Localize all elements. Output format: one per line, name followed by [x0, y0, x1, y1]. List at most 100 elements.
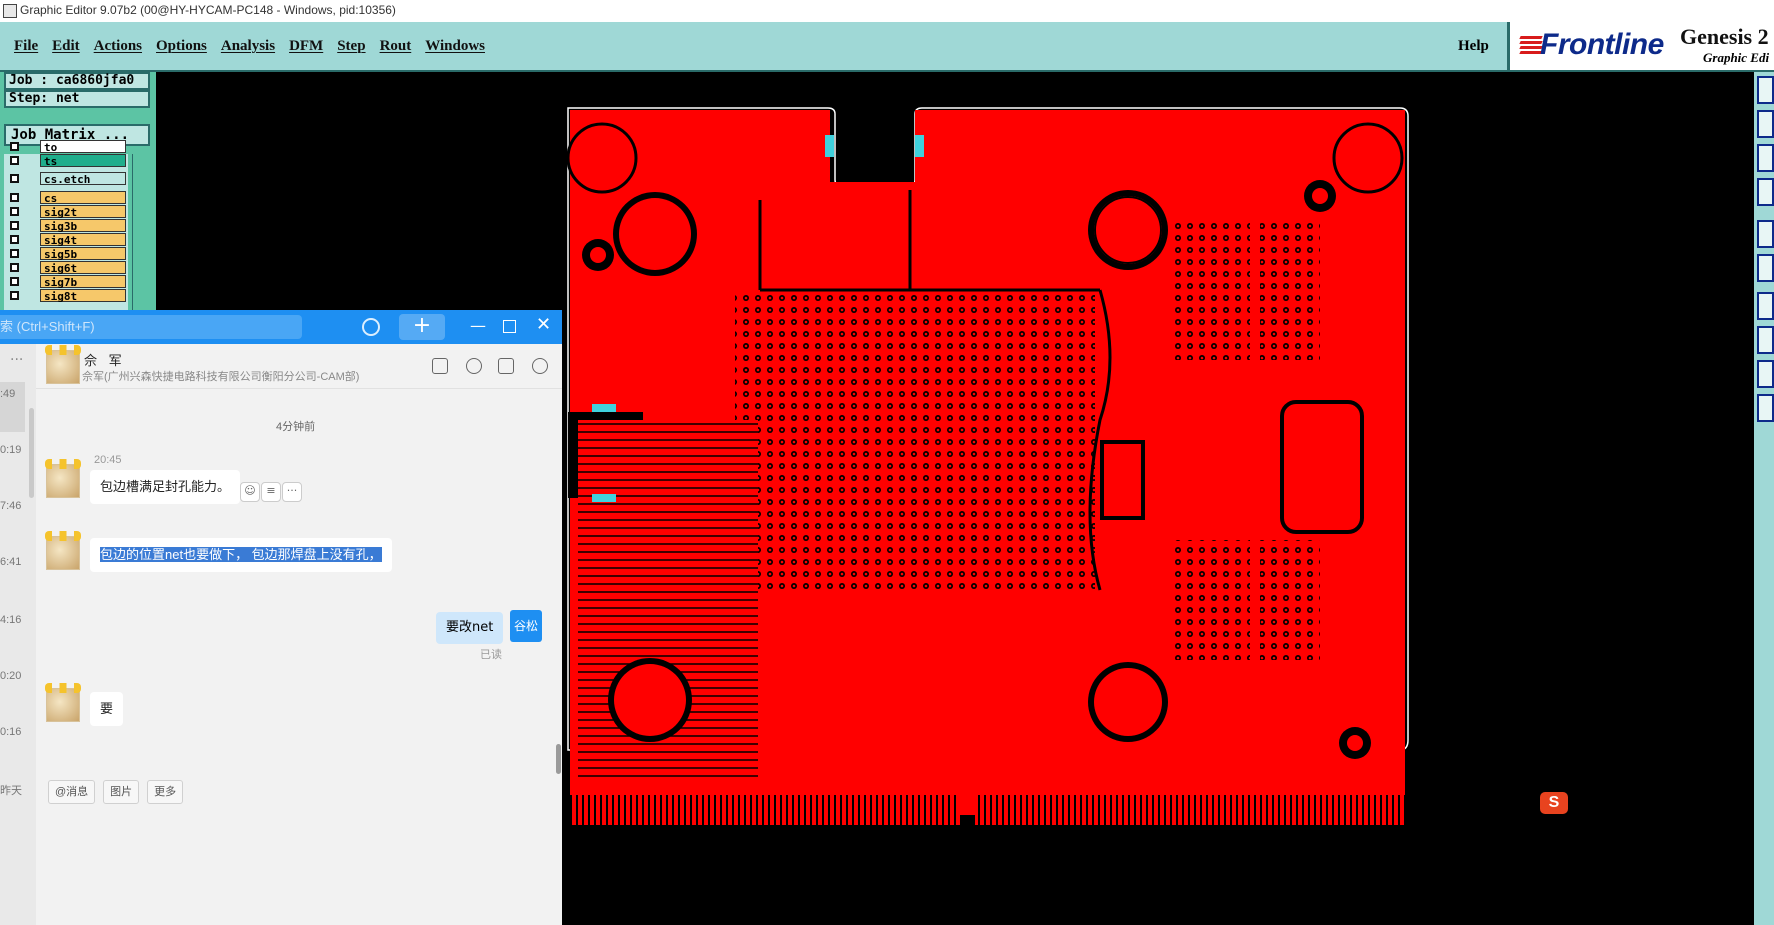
- tool-button[interactable]: [1757, 360, 1774, 388]
- selected-text[interactable]: 包边的位置net也要做下， 包边那焊盘上没有孔，: [100, 547, 382, 562]
- brand-subtitle: Graphic Edi: [1703, 50, 1770, 65]
- menu-help[interactable]: Help: [1458, 38, 1489, 55]
- layer-checkbox[interactable]: [10, 221, 19, 230]
- minimize-icon[interactable]: —: [470, 316, 486, 335]
- more-icon[interactable]: ···: [10, 352, 23, 368]
- message-bubble[interactable]: 包边槽满足封孔能力。: [90, 470, 241, 504]
- close-icon[interactable]: ✕: [536, 314, 551, 335]
- chat-main: 佘 军 佘军(广州兴森快捷电路科技有限公司衡阳分公司-CAM部) 4分钟前 20…: [36, 344, 562, 925]
- message-bubble[interactable]: 包边的位置net也要做下， 包边那焊盘上没有孔，: [90, 538, 392, 572]
- message-bubble-self[interactable]: 要改net: [436, 612, 504, 644]
- history-icon[interactable]: [362, 318, 380, 336]
- input-toolbar: @消息 图片 更多: [48, 780, 184, 804]
- tool-button[interactable]: [1757, 144, 1774, 172]
- layer-row[interactable]: sig3b: [4, 219, 128, 233]
- layer-checkbox[interactable]: [10, 291, 19, 300]
- ime-icon[interactable]: S: [1540, 792, 1568, 814]
- chat-scrollbar[interactable]: [556, 744, 561, 774]
- avatar[interactable]: [45, 683, 81, 722]
- conversation-time: 0:20: [0, 670, 22, 682]
- conversation-time: 昨天: [0, 785, 22, 797]
- bga-via-field: [735, 290, 1095, 590]
- avatar[interactable]: [45, 531, 81, 570]
- layer-name: sig7b: [40, 275, 126, 289]
- message-bubble[interactable]: 要: [90, 692, 124, 726]
- add-member-icon[interactable]: [466, 358, 482, 374]
- menu-dfm[interactable]: DFM: [289, 38, 323, 55]
- menu-windows[interactable]: Windows: [425, 38, 485, 55]
- layer-checkbox[interactable]: [10, 277, 19, 286]
- gear-icon[interactable]: [532, 358, 548, 374]
- menu-step[interactable]: Step: [337, 38, 365, 55]
- more-button[interactable]: 更多: [147, 780, 184, 804]
- read-status: 已读: [480, 648, 502, 661]
- maximize-icon[interactable]: [503, 320, 516, 333]
- search-input[interactable]: 索 (Ctrl+Shift+F): [0, 315, 302, 339]
- chat-header: 佘 军 佘军(广州兴森快捷电路科技有限公司衡阳分公司-CAM部): [36, 344, 562, 389]
- tool-button[interactable]: [1757, 220, 1774, 248]
- menu-rout[interactable]: Rout: [380, 38, 412, 55]
- image-button[interactable]: 图片: [103, 780, 140, 804]
- layer-row[interactable]: to: [4, 140, 128, 154]
- more-actions-icon[interactable]: ···: [282, 482, 302, 502]
- brand-logo: Frontline: [1540, 28, 1664, 61]
- app-icon: [3, 4, 17, 18]
- layer-checkbox[interactable]: [10, 235, 19, 244]
- layer-checkbox[interactable]: [10, 249, 19, 258]
- menu-analysis[interactable]: Analysis: [221, 38, 275, 55]
- layer-row[interactable]: sig2t: [4, 205, 128, 219]
- layer-checkbox[interactable]: [10, 174, 19, 183]
- menu-edit[interactable]: Edit: [52, 38, 80, 55]
- layer-checkbox[interactable]: [10, 142, 19, 151]
- menu-file[interactable]: File: [14, 38, 38, 55]
- quote-icon[interactable]: ≡: [261, 482, 281, 502]
- layer-checkbox[interactable]: [10, 263, 19, 272]
- chat-window: 索 (Ctrl+Shift+F) + — ✕ ··· :49 0:19 7:46…: [0, 310, 562, 925]
- my-avatar[interactable]: 谷松: [510, 610, 542, 642]
- menu-actions[interactable]: Actions: [94, 38, 142, 55]
- window-title: Graphic Editor 9.07b2 (00@HY-HYCAM-PC148…: [20, 3, 396, 17]
- layer-name: sig4t: [40, 233, 126, 247]
- chat-titlebar: 索 (Ctrl+Shift+F) + — ✕: [0, 310, 562, 344]
- layer-row[interactable]: sig7b: [4, 275, 128, 289]
- conversation-time: 0:19: [0, 444, 22, 456]
- layer-checkbox[interactable]: [10, 207, 19, 216]
- time-divider: 4分钟前: [276, 421, 316, 433]
- conversation-time: 6:41: [0, 556, 22, 568]
- layer-checkbox[interactable]: [10, 193, 19, 202]
- tool-button[interactable]: [1757, 326, 1774, 354]
- layer-name: cs.etch: [40, 172, 126, 186]
- frontline-logo-icon: [1519, 36, 1543, 56]
- layer-name: cs: [40, 191, 126, 205]
- tool-button[interactable]: [1757, 110, 1774, 138]
- layer-row[interactable]: sig4t: [4, 233, 128, 247]
- layer-row[interactable]: ts: [4, 154, 128, 168]
- layer-row[interactable]: cs.etch: [4, 172, 128, 186]
- avatar[interactable]: [45, 345, 81, 384]
- tool-button[interactable]: [1757, 76, 1774, 104]
- conversation-scrollbar[interactable]: [29, 408, 34, 498]
- conversation-time: 7:46: [0, 500, 22, 512]
- tool-button[interactable]: [1757, 292, 1774, 320]
- job-label: Job : ca6860jfa0: [4, 72, 150, 90]
- layer-row[interactable]: cs: [4, 191, 128, 205]
- layer-row[interactable]: sig8t: [4, 289, 128, 303]
- folder-icon[interactable]: [432, 358, 448, 374]
- conversation-time: 0:16: [0, 726, 22, 738]
- search-history-icon[interactable]: [498, 358, 514, 374]
- add-button[interactable]: +: [399, 314, 445, 340]
- tool-button[interactable]: [1757, 394, 1774, 422]
- layer-checkbox[interactable]: [10, 156, 19, 165]
- edge-connector-right: [975, 795, 1405, 825]
- tool-button[interactable]: [1757, 178, 1774, 206]
- pcb-canvas[interactable]: [560, 100, 1420, 925]
- layer-row[interactable]: sig5b: [4, 247, 128, 261]
- layer-name: sig3b: [40, 219, 126, 233]
- tool-button[interactable]: [1757, 254, 1774, 282]
- mention-button[interactable]: @消息: [48, 780, 96, 804]
- contact-name: 佘 军: [84, 353, 126, 368]
- emoji-react-icon[interactable]: ☺: [240, 482, 260, 502]
- menu-options[interactable]: Options: [156, 38, 207, 55]
- layer-row[interactable]: sig6t: [4, 261, 128, 275]
- avatar[interactable]: [45, 459, 81, 498]
